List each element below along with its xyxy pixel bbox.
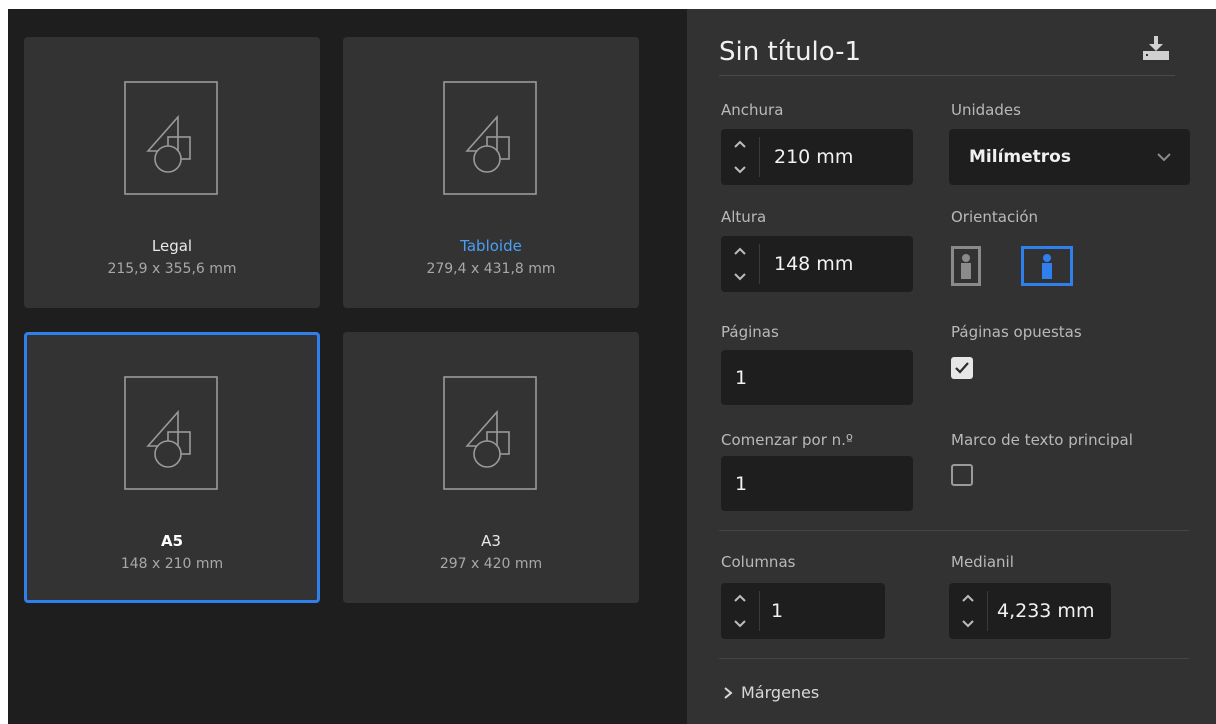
- chevron-down-icon[interactable]: [721, 611, 759, 639]
- section-divider: [719, 530, 1189, 531]
- chevron-down-icon[interactable]: [721, 264, 759, 292]
- chevron-up-icon[interactable]: [721, 236, 759, 264]
- preset-card-a3[interactable]: A3 297 x 420 mm: [343, 332, 639, 603]
- new-document-dialog: Legal 215,9 x 355,6 mm Tabloide 279,4 x …: [8, 9, 1216, 724]
- gutter-value[interactable]: 4,233 mm: [997, 583, 1094, 639]
- facing-pages-checkbox[interactable]: [951, 357, 973, 379]
- section-divider: [719, 658, 1189, 659]
- primary-text-frame-label: Marco de texto principal: [951, 431, 1133, 449]
- width-label: Anchura: [721, 101, 784, 119]
- preset-card-a5[interactable]: A5 148 x 210 mm: [24, 332, 320, 603]
- document-icon: [443, 81, 537, 195]
- document-icon: [443, 376, 537, 490]
- preset-size: 279,4 x 431,8 mm: [426, 261, 556, 277]
- columns-label: Columnas: [721, 553, 796, 571]
- document-title[interactable]: Sin título-1: [719, 37, 861, 67]
- chevron-down-icon[interactable]: [721, 157, 759, 185]
- gutter-stepper[interactable]: 4,233 mm: [949, 583, 1111, 639]
- chevron-right-icon: [724, 686, 733, 699]
- chevron-up-icon[interactable]: [949, 583, 987, 611]
- preset-card-tabloid[interactable]: Tabloide 279,4 x 431,8 mm: [343, 37, 639, 308]
- columns-value[interactable]: 1: [771, 583, 783, 639]
- width-stepper[interactable]: 210 mm: [721, 129, 913, 185]
- primary-text-frame-checkbox[interactable]: [951, 464, 973, 486]
- start-page-value: 1: [735, 472, 748, 495]
- margins-section-toggle[interactable]: Márgenes: [723, 683, 819, 702]
- title-underline: [719, 75, 1175, 76]
- pages-value: 1: [735, 366, 748, 389]
- height-stepper[interactable]: 148 mm: [721, 236, 913, 292]
- chevron-down-icon[interactable]: [949, 611, 987, 639]
- chevron-down-icon: [1157, 153, 1171, 162]
- landscape-orientation-icon[interactable]: [1021, 246, 1073, 286]
- height-value[interactable]: 148 mm: [774, 236, 853, 292]
- columns-stepper[interactable]: 1: [721, 583, 885, 639]
- preset-card-legal[interactable]: Legal 215,9 x 355,6 mm: [24, 37, 320, 308]
- units-label: Unidades: [951, 101, 1021, 119]
- pages-input[interactable]: 1: [721, 350, 913, 405]
- preset-name: Legal: [151, 237, 193, 255]
- preset-size: 215,9 x 355,6 mm: [107, 261, 237, 277]
- document-icon: [124, 81, 218, 195]
- preset-name: A5: [160, 532, 184, 550]
- margins-label: Márgenes: [741, 683, 820, 702]
- orientation-label: Orientación: [951, 208, 1039, 226]
- preset-name: Tabloide: [460, 237, 522, 255]
- start-page-label: Comenzar por n.º: [721, 431, 853, 449]
- document-icon: [124, 376, 218, 490]
- preset-name: A3: [481, 532, 501, 550]
- start-page-input[interactable]: 1: [721, 456, 913, 511]
- gutter-label: Medianil: [951, 553, 1014, 571]
- width-value[interactable]: 210 mm: [774, 129, 853, 185]
- height-label: Altura: [721, 208, 767, 226]
- preset-details-panel: Sin título-1 Anchura 210 mm Unidades Mil…: [687, 9, 1216, 724]
- chevron-up-icon[interactable]: [721, 129, 759, 157]
- preset-size: 297 x 420 mm: [439, 556, 543, 572]
- chevron-up-icon[interactable]: [721, 583, 759, 611]
- portrait-orientation-icon[interactable]: [951, 246, 981, 286]
- units-select[interactable]: Milímetros: [949, 129, 1190, 185]
- preset-size: 148 x 210 mm: [120, 556, 224, 572]
- units-value: Milímetros: [969, 147, 1071, 167]
- save-preset-icon[interactable]: [1141, 33, 1171, 63]
- facing-pages-label: Páginas opuestas: [951, 323, 1082, 341]
- pages-label: Páginas: [721, 323, 779, 341]
